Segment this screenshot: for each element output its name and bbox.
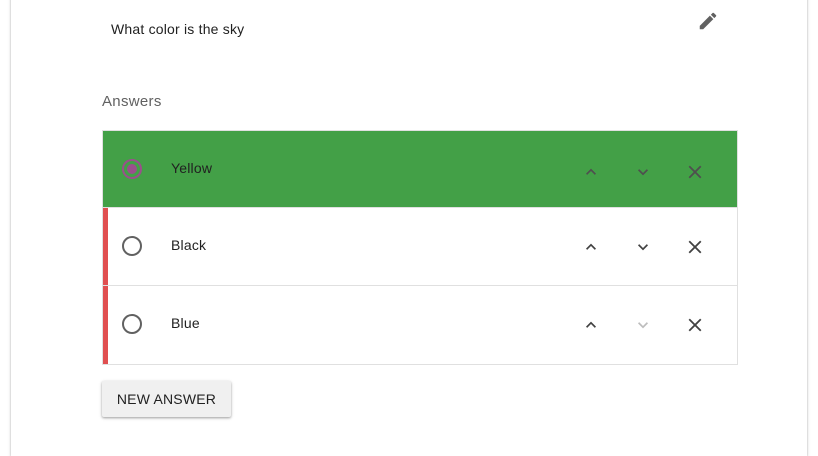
move-down-button[interactable] [631, 160, 655, 184]
chevron-up-icon [586, 243, 596, 250]
pencil-icon [699, 12, 717, 30]
answers-list: Yellow Black Blue [102, 130, 738, 365]
answer-label: Blue [171, 315, 200, 331]
chevron-down-icon [638, 244, 648, 251]
answer-label: Black [171, 237, 207, 253]
answer-radio[interactable] [122, 314, 142, 334]
answers-heading: Answers [102, 93, 162, 110]
close-icon [688, 165, 702, 179]
answer-row-yellow: Yellow [103, 131, 737, 208]
delete-answer-button[interactable] [683, 313, 707, 337]
close-icon [688, 240, 702, 254]
question-card: What color is the sky Answers Yellow Bla… [11, 0, 807, 456]
chevron-down-icon [638, 169, 648, 176]
answer-radio[interactable] [122, 236, 142, 256]
move-up-button[interactable] [579, 235, 603, 259]
delete-answer-button[interactable] [683, 235, 707, 259]
answer-row-black: Black [103, 208, 737, 286]
new-answer-button[interactable]: NEW ANSWER [102, 381, 231, 417]
question-text: What color is the sky [111, 21, 245, 37]
move-down-button[interactable] [631, 235, 655, 259]
close-icon [688, 318, 702, 332]
move-down-button-disabled[interactable] [631, 313, 655, 337]
chevron-down-icon [638, 322, 648, 329]
answer-radio-selected[interactable] [122, 159, 142, 179]
delete-answer-button[interactable] [683, 160, 707, 184]
chevron-up-icon [586, 168, 596, 175]
answer-row-blue: Blue [103, 286, 737, 364]
move-up-button[interactable] [579, 160, 603, 184]
radio-dot [127, 164, 137, 174]
answer-label: Yellow [171, 160, 213, 176]
move-up-button[interactable] [579, 313, 603, 337]
edit-question-button[interactable] [694, 7, 722, 35]
chevron-up-icon [586, 321, 596, 328]
